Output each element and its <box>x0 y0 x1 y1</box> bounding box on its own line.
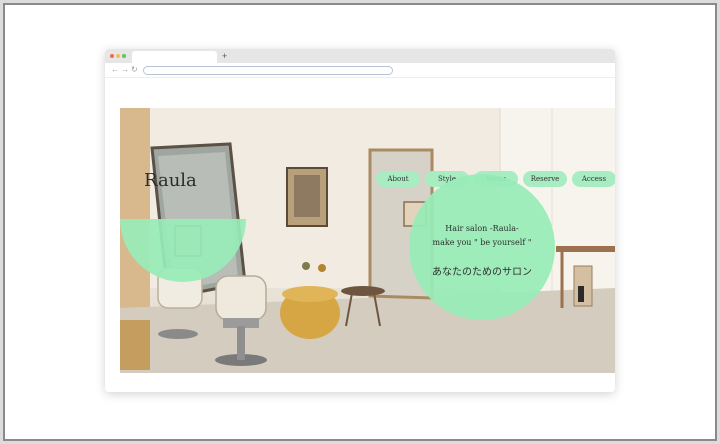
tab-bar: + <box>105 49 615 63</box>
forward-arrow-icon[interactable]: → <box>121 64 129 76</box>
close-window-dot[interactable] <box>110 54 114 58</box>
tagline-circle: Hair salon -Raula- make you " be yoursel… <box>409 174 555 320</box>
tagline-line-2: make you " be yourself " <box>432 238 532 247</box>
tagline-line-1: Hair salon -Raula- <box>445 224 519 233</box>
tagline-line-3: あなたのためのサロン <box>432 267 532 278</box>
browser-tab[interactable] <box>132 51 217 63</box>
maximize-window-dot[interactable] <box>122 54 126 58</box>
nav-reserve-button[interactable]: Reserve <box>523 171 567 187</box>
browser-window: + ← → ↻ Raula About Style Reserve Access… <box>105 49 615 392</box>
nav-access-button[interactable]: Access <box>572 171 615 187</box>
reload-icon[interactable]: ↻ <box>131 64 138 76</box>
minimize-window-dot[interactable] <box>116 54 120 58</box>
new-tab-button[interactable]: + <box>222 50 227 62</box>
site-logo[interactable]: Raula <box>144 170 197 191</box>
back-arrow-icon[interactable]: ← <box>111 64 119 76</box>
nav-about-button[interactable]: About <box>376 171 420 187</box>
url-input[interactable] <box>143 66 393 75</box>
address-row: ← → ↻ <box>105 63 615 78</box>
